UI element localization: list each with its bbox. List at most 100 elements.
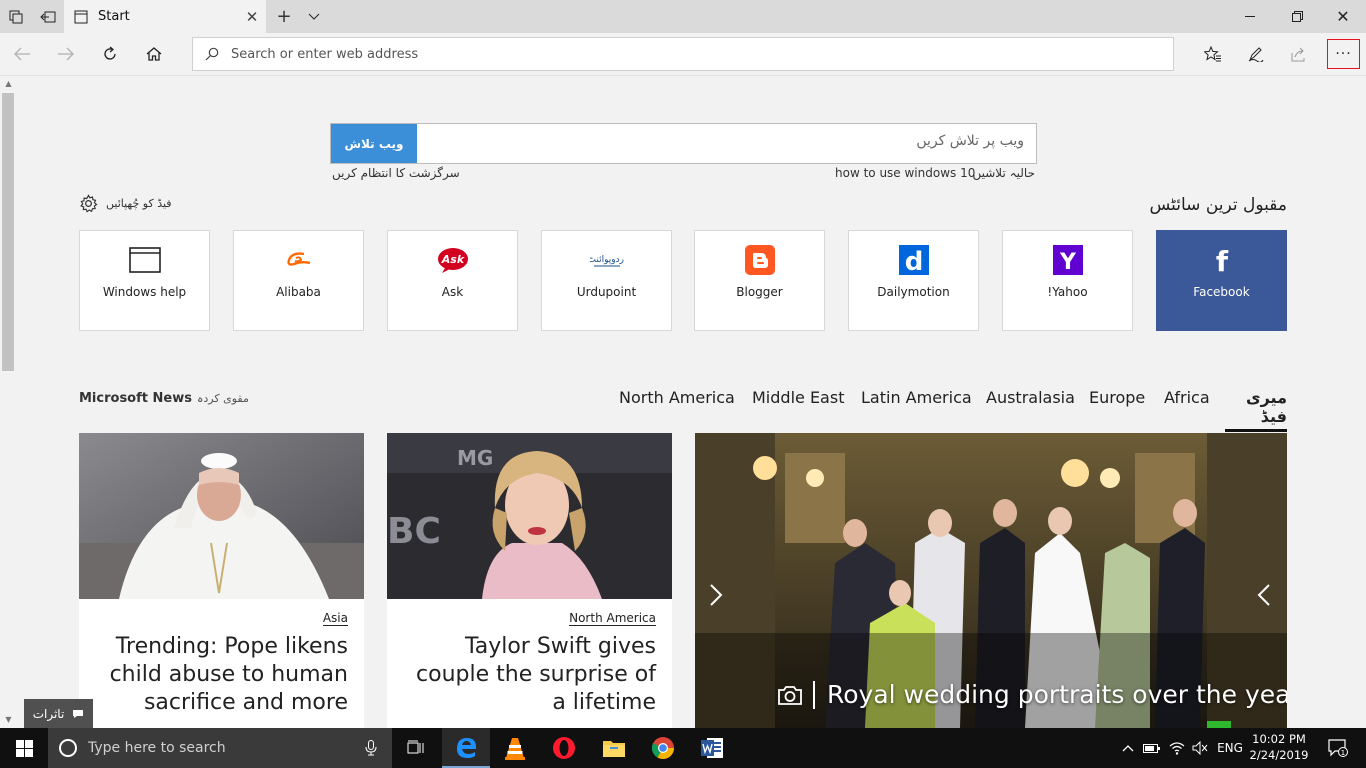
scroll-up-icon[interactable]: ▲: [0, 77, 17, 91]
news-category[interactable]: North America: [569, 611, 656, 626]
battery-icon[interactable]: [1140, 728, 1164, 768]
carousel-next-icon[interactable]: [1257, 583, 1271, 614]
tab-africa[interactable]: Africa: [1164, 388, 1210, 407]
svg-text:f: f: [1215, 245, 1228, 275]
refresh-icon[interactable]: [94, 39, 126, 69]
system-clock[interactable]: 10:02 PM 2/24/2019: [1248, 731, 1310, 763]
svg-text:Y: Y: [1059, 250, 1077, 275]
set-aside-tabs-icon[interactable]: [32, 0, 64, 33]
recent-search-item[interactable]: how to use windows 10: [835, 166, 975, 180]
close-window-icon[interactable]: ✕: [1319, 0, 1366, 33]
top-site-label: Blogger: [736, 285, 783, 299]
language-indicator[interactable]: ENG: [1213, 728, 1247, 768]
tab-preview-icon[interactable]: [0, 0, 32, 33]
recent-searches-label: حالیہ تلاشیں: [972, 166, 1035, 180]
home-icon[interactable]: [138, 39, 170, 69]
opera-app-icon[interactable]: [540, 728, 588, 768]
top-site-label: Ask: [441, 285, 464, 299]
hide-feed-label[interactable]: فیڈ کو چُھپائیں: [106, 197, 172, 210]
dailymotion-logo-icon: d: [897, 243, 931, 277]
share-icon[interactable]: [1283, 39, 1315, 69]
ask-logo-icon: Ask: [436, 243, 470, 277]
restore-icon[interactable]: [1273, 0, 1321, 33]
top-site-alibaba[interactable]: Alibaba: [233, 230, 364, 331]
page-scrollbar[interactable]: ▲ ▼: [0, 77, 17, 728]
scroll-thumb[interactable]: [2, 93, 14, 371]
news-card[interactable]: BC MG North America Taylor Swift gives c…: [387, 433, 672, 728]
top-site-blogger[interactable]: Blogger: [694, 230, 825, 331]
navigation-bar: ···: [0, 33, 1366, 76]
vlc-app-icon[interactable]: [491, 728, 539, 768]
tab-europe[interactable]: Europe: [1089, 388, 1145, 407]
show-hidden-icons-icon[interactable]: [1118, 728, 1138, 768]
more-options-icon[interactable]: ···: [1327, 39, 1360, 69]
tab-my-feed[interactable]: میری فیڈ: [1225, 388, 1287, 432]
feedback-label: تاثرات: [32, 706, 65, 721]
feed-settings[interactable]: فیڈ کو چُھپائیں: [79, 194, 172, 213]
news-photo: BC MG: [387, 433, 672, 599]
tab-latin-america[interactable]: Latin America: [861, 388, 972, 407]
close-tab-icon[interactable]: ✕: [238, 8, 266, 26]
new-tab-icon[interactable]: +: [268, 0, 300, 33]
svg-text:اردوپوائنٹ: اردوپوائنٹ: [590, 255, 624, 265]
address-input[interactable]: [231, 46, 1131, 62]
top-sites-heading: مقبول ترین سائٹس: [1149, 195, 1287, 215]
windows-start-icon[interactable]: [0, 728, 48, 768]
pen-icon[interactable]: [1240, 39, 1272, 69]
edge-app-icon[interactable]: [442, 728, 490, 768]
news-hero-carousel[interactable]: Royal wedding portraits over the years: [695, 433, 1287, 728]
feedback-button[interactable]: تاثرات: [24, 699, 93, 728]
forward-icon[interactable]: [50, 39, 82, 69]
word-app-icon[interactable]: [688, 728, 736, 768]
taskbar-search[interactable]: [48, 728, 392, 768]
hero-headline[interactable]: Royal wedding portraits over the years: [827, 680, 1287, 709]
web-search-button[interactable]: ویب تلاش: [331, 124, 417, 163]
web-search-input[interactable]: [444, 133, 1024, 149]
top-site-label: Windows help: [102, 285, 187, 299]
manage-history-link[interactable]: سرگزشت کا انتظام کریں: [332, 166, 460, 180]
yahoo-logo-icon: Y: [1051, 243, 1085, 277]
address-bar[interactable]: [192, 37, 1174, 71]
tab-north-america[interactable]: North America: [619, 388, 735, 407]
file-explorer-icon[interactable]: [590, 728, 638, 768]
news-category[interactable]: Asia: [322, 611, 348, 626]
news-brand-name[interactable]: Microsoft News: [79, 391, 192, 406]
favorites-icon[interactable]: [1197, 39, 1229, 69]
chevron-down-icon[interactable]: [298, 0, 330, 33]
scroll-down-icon[interactable]: ▼: [0, 713, 17, 727]
news-tabs: North America Middle East Latin America …: [600, 388, 1287, 432]
network-icon[interactable]: [1166, 728, 1188, 768]
minimize-icon[interactable]: [1226, 0, 1274, 33]
tab-middle-east[interactable]: Middle East: [752, 388, 844, 407]
gear-icon[interactable]: [79, 194, 98, 213]
volume-muted-icon[interactable]: [1189, 728, 1211, 768]
taskbar: ENG 10:02 PM 2/24/2019 1: [0, 728, 1366, 768]
feedback-icon: [73, 709, 84, 718]
chrome-app-icon[interactable]: [639, 728, 687, 768]
top-site-windows-help[interactable]: Windows help: [79, 230, 210, 331]
news-card[interactable]: Asia Trending: Pope likens child abuse t…: [79, 433, 364, 728]
news-headline[interactable]: Taylor Swift gives couple the surprise o…: [406, 633, 656, 717]
top-site-facebook[interactable]: f Facebook: [1156, 230, 1287, 331]
tab-start[interactable]: Start ✕: [64, 0, 266, 33]
tab-australasia[interactable]: Australasia: [986, 388, 1075, 407]
news-brand: Microsoft News مقوی کردہ: [79, 391, 249, 406]
taskbar-search-input[interactable]: [88, 740, 348, 756]
task-view-icon[interactable]: [392, 728, 440, 768]
carousel-prev-icon[interactable]: [709, 583, 723, 614]
microphone-icon[interactable]: [365, 740, 377, 756]
cortana-icon: [59, 739, 77, 757]
top-site-dailymotion[interactable]: d Dailymotion: [848, 230, 979, 331]
page-icon: [74, 10, 88, 23]
top-site-urdupoint[interactable]: اردوپوائنٹ Urdupoint: [541, 230, 672, 331]
news-headline[interactable]: Trending: Pope likens child abuse to hum…: [98, 633, 348, 717]
window-icon: [128, 243, 162, 277]
news-photo: [79, 433, 364, 599]
blogger-logo-icon: [743, 243, 777, 277]
back-icon[interactable]: [6, 39, 38, 69]
hero-caption[interactable]: Royal wedding portraits over the years: [777, 680, 1287, 709]
top-site-label: Dailymotion: [877, 285, 950, 299]
top-site-ask[interactable]: Ask Ask: [387, 230, 518, 331]
action-center-icon[interactable]: 1: [1318, 728, 1358, 768]
top-site-yahoo[interactable]: Y Yahoo!: [1002, 230, 1133, 331]
